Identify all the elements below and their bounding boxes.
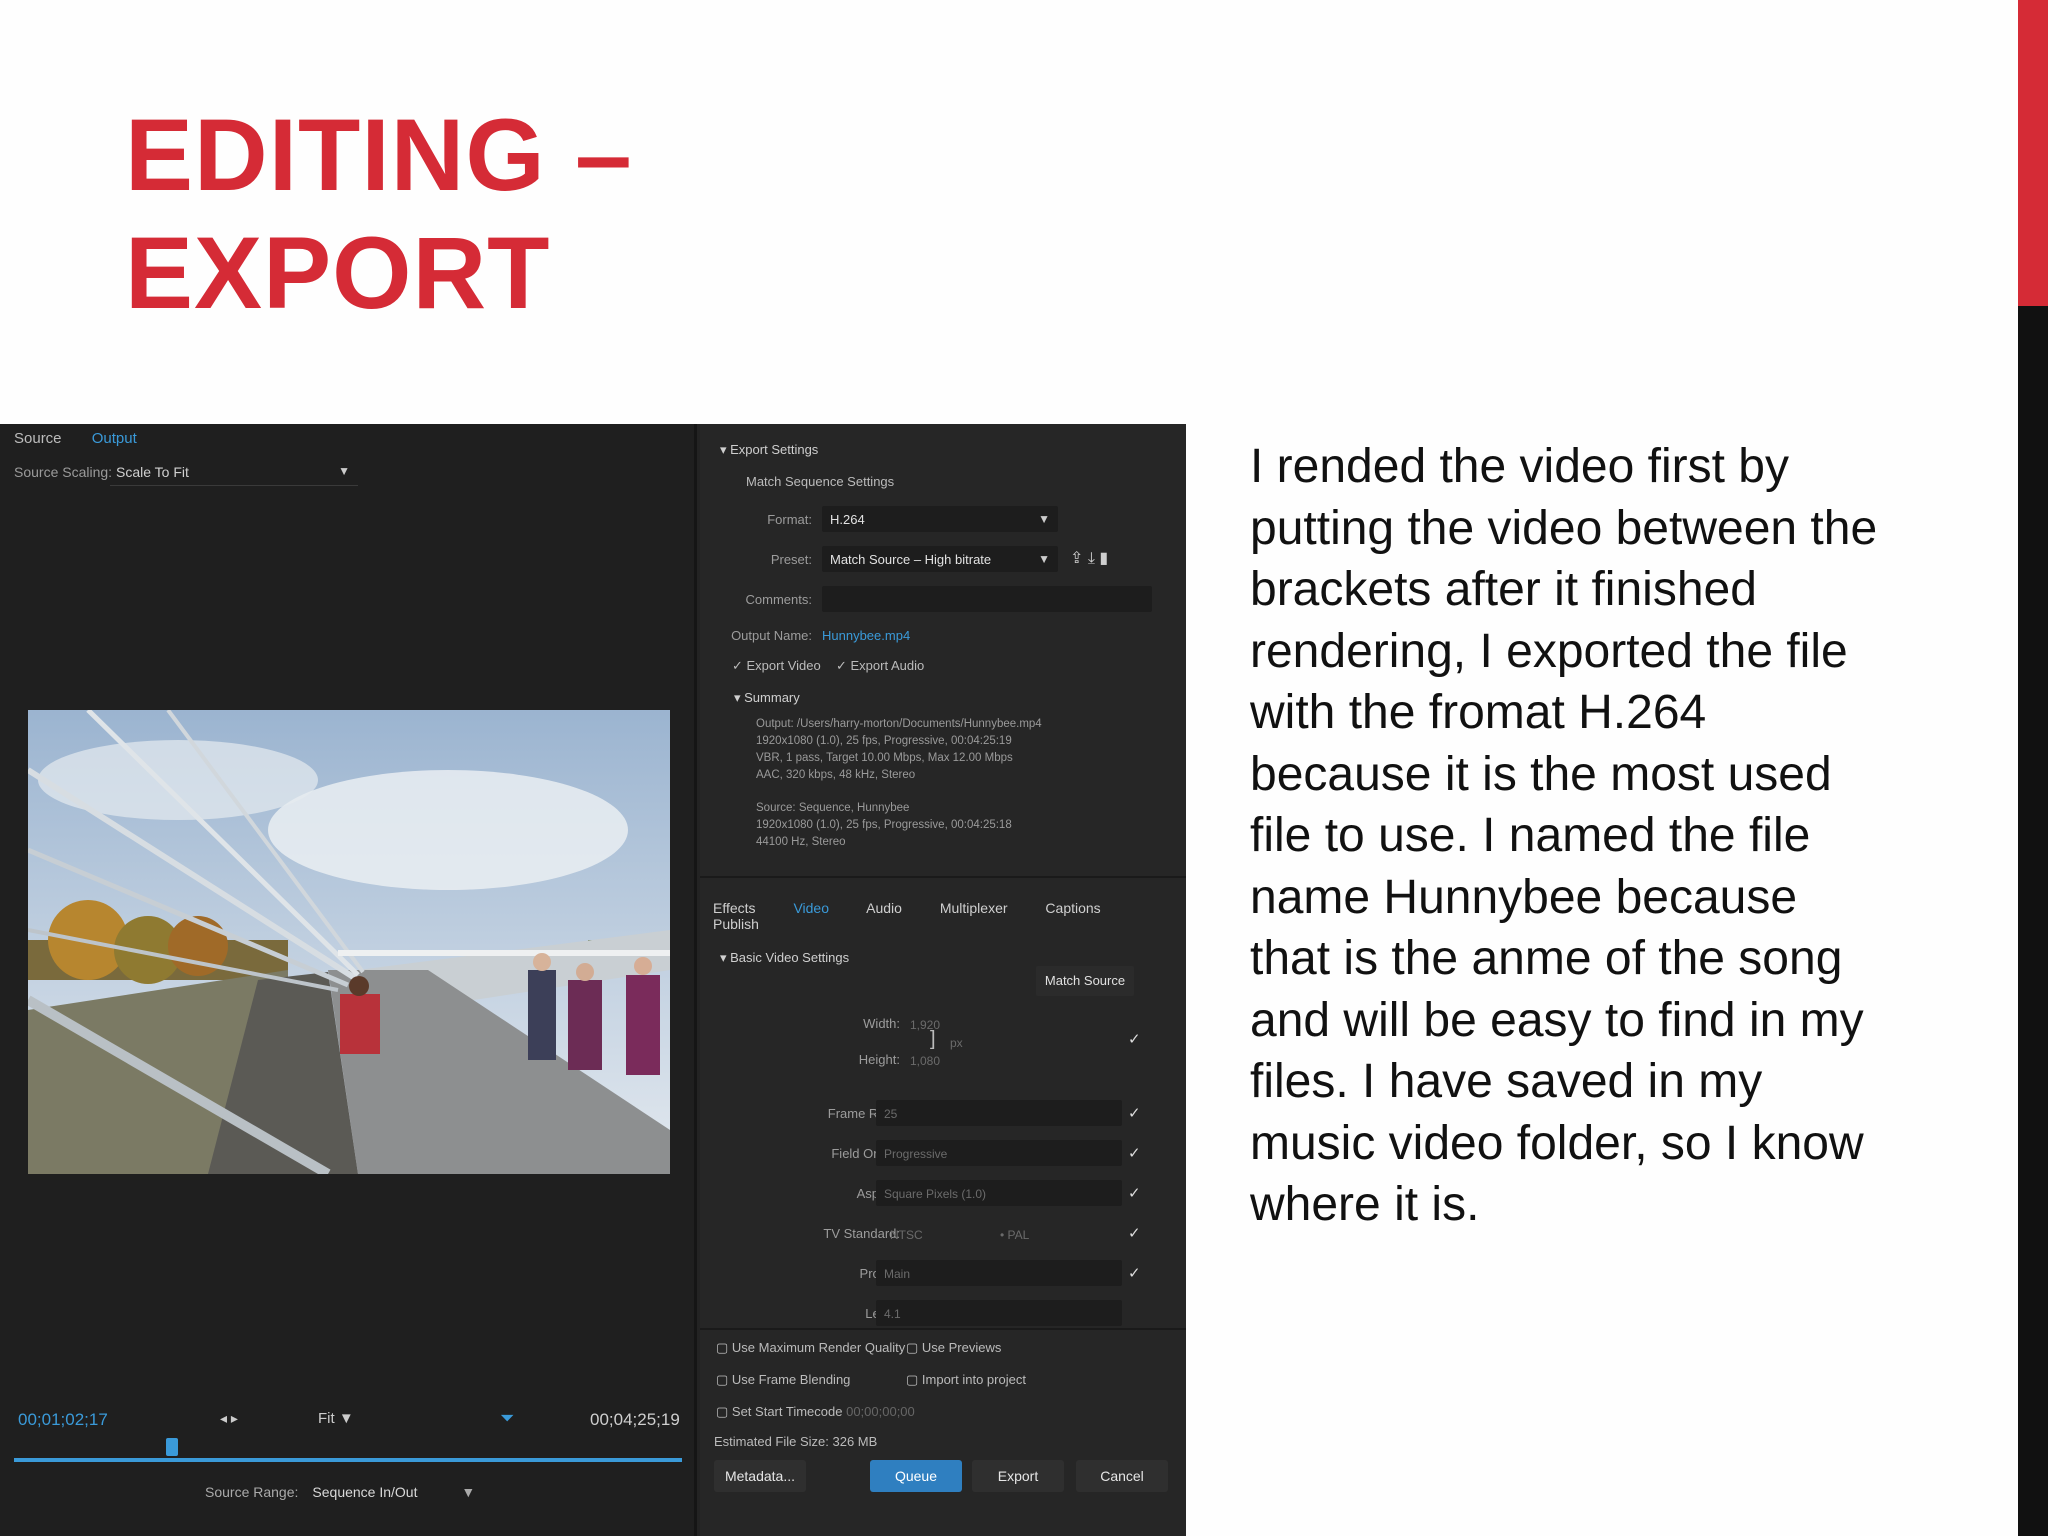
- tv-standard-label: TV Standard:: [823, 1226, 900, 1241]
- format-label: Format:: [767, 512, 812, 527]
- ntsc-radio[interactable]: NTSC: [890, 1228, 923, 1242]
- summary-source: Source: Sequence, Hunnybee 1920x1080 (1.…: [756, 802, 1012, 848]
- end-timecode: 00;04;25;19: [590, 1410, 680, 1429]
- slide-body-text: I rended the video first by putting the …: [1250, 440, 1878, 1231]
- source-range[interactable]: Source Range: Sequence In/Out ▼: [205, 1484, 475, 1500]
- chevron-down-icon: ▼: [338, 1410, 354, 1427]
- output-name-label: Output Name:: [731, 628, 812, 643]
- video-preview: [28, 710, 670, 1174]
- check-icon[interactable]: ✓: [1128, 1104, 1141, 1122]
- preset-select[interactable]: Match Source – High bitrate ▼: [822, 546, 1058, 572]
- filter-icon[interactable]: ⏷: [500, 1408, 514, 1429]
- format-value: H.264: [830, 512, 865, 527]
- export-audio-checkbox[interactable]: ✓ Export Audio: [836, 658, 924, 674]
- tab-video[interactable]: Video: [793, 900, 829, 916]
- level-select[interactable]: 4.1: [876, 1300, 1122, 1326]
- tab-captions[interactable]: Captions: [1045, 900, 1100, 916]
- accent-bar-black: [2018, 306, 2048, 1536]
- tab-effects[interactable]: Effects: [713, 900, 756, 916]
- tab-source[interactable]: Source: [14, 430, 62, 447]
- tab-multiplexer[interactable]: Multiplexer: [940, 900, 1008, 916]
- title-line-2: EXPORT: [125, 216, 551, 330]
- source-range-value: Sequence In/Out: [312, 1484, 418, 1500]
- chevron-down-icon: ▼: [1038, 552, 1050, 566]
- preset-icons[interactable]: ⇪ ⤓ ▮: [1070, 548, 1108, 568]
- nav-arrows-icon[interactable]: ◂ ▸: [220, 1410, 238, 1427]
- match-source-button[interactable]: Match Source: [1036, 966, 1134, 996]
- queue-button[interactable]: Queue: [870, 1460, 962, 1492]
- tab-audio[interactable]: Audio: [866, 900, 902, 916]
- source-scaling-label: Source Scaling:: [14, 464, 113, 480]
- tab-publish[interactable]: Publish: [713, 916, 759, 932]
- chevron-down-icon: ▼: [461, 1484, 476, 1500]
- frame-blending-checkbox[interactable]: ▢ Use Frame Blending: [716, 1372, 850, 1388]
- source-scaling-select[interactable]: Scale To Fit ▼: [110, 458, 358, 486]
- preset-label: Preset:: [770, 552, 812, 567]
- max-render-checkbox[interactable]: ▢ Use Maximum Render Quality: [716, 1340, 905, 1356]
- settings-tabs: Effects Video Audio Multiplexer Captions…: [713, 900, 1186, 932]
- check-icon[interactable]: ✓: [1128, 1224, 1141, 1242]
- frame-rate-select[interactable]: 25: [876, 1100, 1122, 1126]
- slide-title: EDITING – EXPORT: [125, 96, 633, 332]
- source-range-label: Source Range:: [205, 1484, 299, 1500]
- check-icon[interactable]: ✓: [1128, 1030, 1141, 1048]
- aspect-select[interactable]: Square Pixels (1.0): [876, 1180, 1122, 1206]
- current-timecode[interactable]: 00;01;02;17: [18, 1410, 108, 1430]
- accent-bar-red: [2018, 0, 2048, 306]
- width-label: Width:: [863, 1016, 900, 1031]
- check-icon[interactable]: ✓: [1128, 1264, 1141, 1282]
- height-value[interactable]: 1,080: [910, 1054, 940, 1068]
- basic-video-header[interactable]: ▾ Basic Video Settings: [720, 950, 849, 966]
- field-order-select[interactable]: Progressive: [876, 1140, 1122, 1166]
- zoom-select[interactable]: Fit ▼: [318, 1410, 354, 1427]
- pal-radio[interactable]: • PAL: [1000, 1228, 1029, 1242]
- chevron-down-icon: ▼: [338, 464, 350, 478]
- slide: EDITING – EXPORT I rended the video firs…: [0, 0, 2048, 1536]
- summary-output: Output: /Users/harry-morton/Documents/Hu…: [756, 718, 1042, 781]
- playhead[interactable]: [166, 1438, 178, 1456]
- export-preview-panel: Source Output Source Scaling: Scale To F…: [0, 424, 697, 1536]
- export-button[interactable]: Export: [972, 1460, 1064, 1492]
- profile-select[interactable]: Main: [876, 1260, 1122, 1286]
- chevron-down-icon: ▼: [1038, 512, 1050, 526]
- comments-input[interactable]: [822, 586, 1152, 612]
- export-video-checkbox[interactable]: ✓ Export Video: [732, 658, 821, 674]
- check-icon[interactable]: ✓: [1128, 1184, 1141, 1202]
- match-sequence-checkbox[interactable]: Match Sequence Settings: [746, 474, 894, 489]
- output-name-link[interactable]: Hunnybee.mp4: [822, 628, 910, 643]
- estimated-file-size: Estimated File Size: 326 MB: [714, 1434, 878, 1449]
- format-select[interactable]: H.264 ▼: [822, 506, 1058, 532]
- cancel-button[interactable]: Cancel: [1076, 1460, 1168, 1492]
- summary-header[interactable]: ▾ Summary: [734, 690, 800, 706]
- zoom-value: Fit: [318, 1410, 335, 1427]
- divider: [700, 1328, 1186, 1330]
- title-line-1: EDITING –: [125, 98, 633, 212]
- export-dialog-screenshot: Source Output Source Scaling: Scale To F…: [0, 424, 1186, 1536]
- source-scaling-value: Scale To Fit: [116, 464, 189, 480]
- import-project-checkbox[interactable]: ▢ Import into project: [906, 1372, 1026, 1388]
- link-bracket-icon[interactable]: ]: [930, 1028, 936, 1051]
- px-unit: px: [950, 1036, 963, 1050]
- bridge-photo: [28, 710, 670, 1174]
- comments-label: Comments:: [745, 592, 812, 607]
- export-settings-header[interactable]: ▾ Export Settings: [720, 442, 818, 458]
- preview-tabs: Source Output: [14, 430, 163, 447]
- height-label: Height:: [858, 1052, 900, 1067]
- use-previews-checkbox[interactable]: ▢ Use Previews: [906, 1340, 1001, 1356]
- metadata-button[interactable]: Metadata...: [714, 1460, 806, 1492]
- tab-output[interactable]: Output: [92, 430, 137, 447]
- start-timecode-checkbox[interactable]: ▢ Set Start Timecode 00;00;00;00: [716, 1404, 915, 1420]
- divider: [700, 876, 1186, 878]
- check-icon[interactable]: ✓: [1128, 1144, 1141, 1162]
- timeline-bar[interactable]: [14, 1458, 682, 1462]
- preset-value: Match Source – High bitrate: [830, 552, 992, 567]
